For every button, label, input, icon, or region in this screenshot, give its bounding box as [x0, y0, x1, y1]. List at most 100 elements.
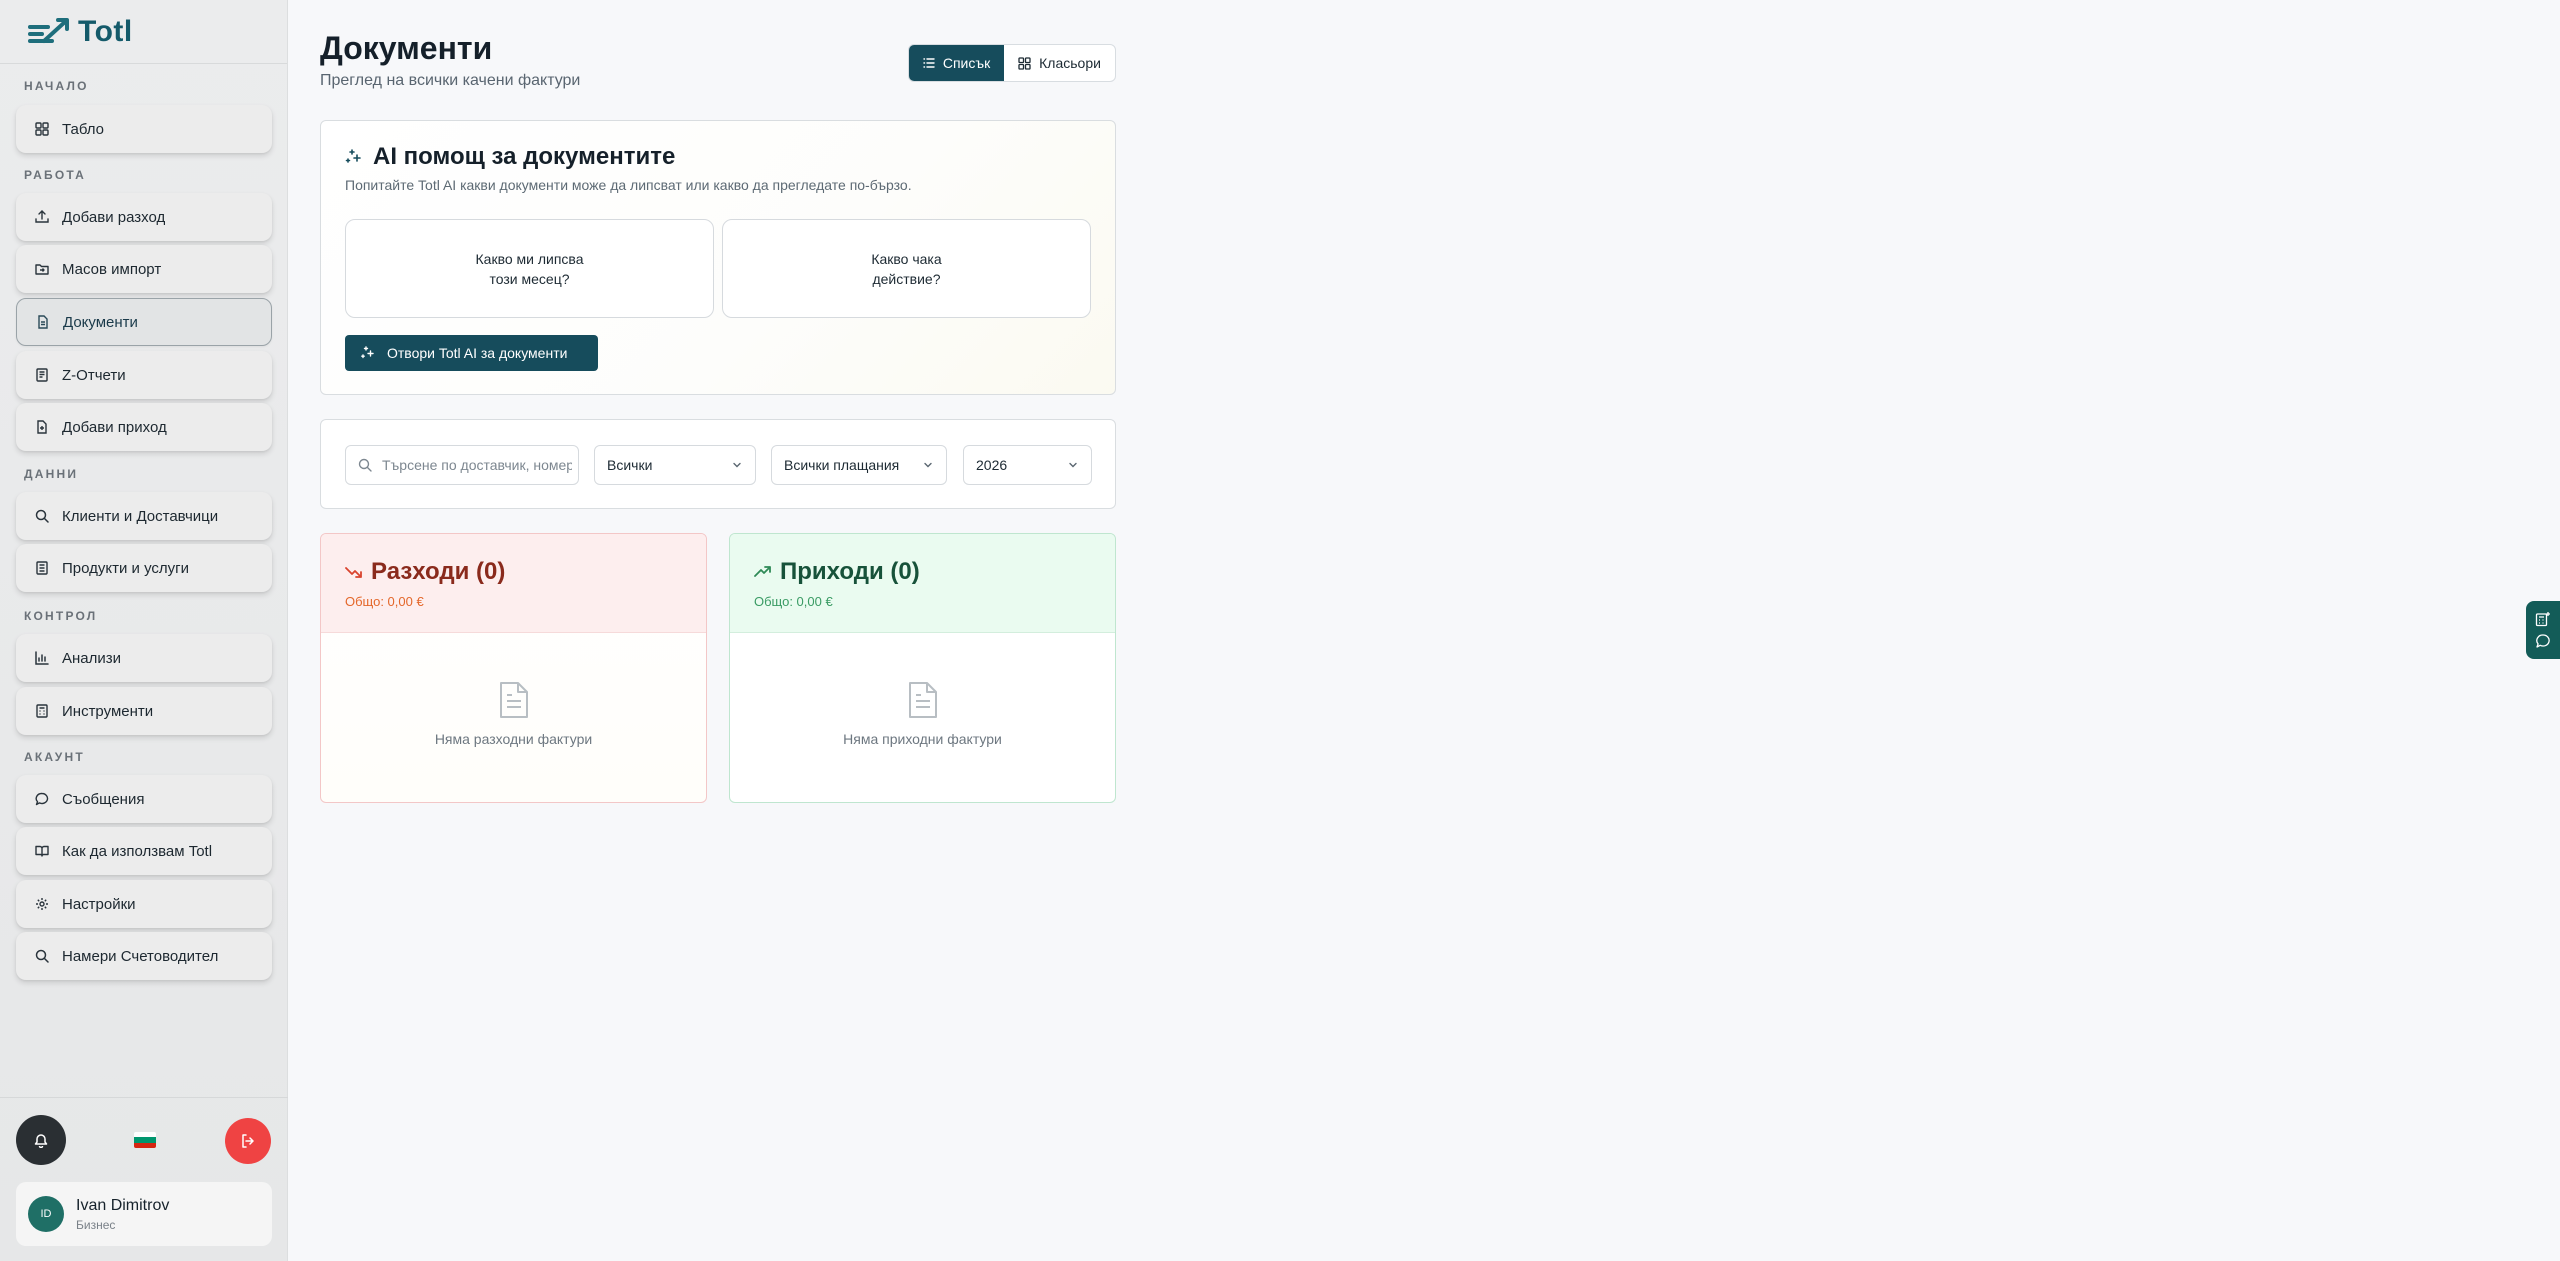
section-label-start: НАЧАЛО [24, 79, 89, 93]
view-list-button[interactable]: Списък [909, 45, 1005, 81]
ai-question-missing-line1: Какво ми липсва [475, 250, 584, 267]
document-icon [499, 682, 528, 718]
logout-button[interactable] [225, 1118, 271, 1164]
search-input[interactable] [382, 457, 572, 473]
sidebar-item-label: Документи [63, 313, 138, 331]
sidebar-item-bulk-import[interactable]: Масов импорт [16, 245, 272, 293]
year-filter-select[interactable]: 2026 [963, 445, 1092, 485]
incomes-title: Приходи (0) [754, 558, 1091, 586]
document-icon [35, 314, 51, 330]
sidebar: Totl НАЧАЛО Табло РАБОТА Добави разход М… [0, 0, 288, 1261]
sidebar-item-add-expense[interactable]: Добави разход [16, 193, 272, 241]
incomes-total: Общо: 0,00 € [754, 594, 833, 609]
ai-question-pending[interactable]: Какво чака действие? [722, 219, 1091, 318]
ai-help-card: AI помощ за документите Попитайте Totl A… [320, 120, 1116, 395]
sidebar-item-label: Продукти и услуги [62, 559, 190, 577]
folder-import-icon [34, 261, 50, 277]
sidebar-item-label: Съобщения [62, 790, 145, 808]
expenses-empty-text: Няма разходни фактури [434, 731, 593, 747]
incomes-panel: Приходи (0) Общо: 0,00 € Няма приходни ф… [729, 533, 1116, 803]
side-help-widget[interactable] [2526, 601, 2560, 659]
sidebar-item-label: Добави разход [62, 208, 166, 226]
ai-help-title: AI помощ за документите [345, 143, 675, 171]
open-ai-button[interactable]: Отвори Totl AI за документи [345, 335, 598, 371]
sidebar-item-label: Анализи [62, 649, 122, 667]
sidebar-footer: ID Ivan Dimitrov Бизнес [0, 1097, 288, 1261]
document-icon [908, 682, 937, 718]
sidebar-item-analytics[interactable]: Анализи [16, 634, 272, 682]
view-folders-button[interactable]: Класьори [1004, 45, 1115, 81]
sidebar-item-settings[interactable]: Настройки [16, 880, 272, 928]
sidebar-item-label: Как да използвам Totl [62, 842, 213, 860]
expenses-title-text: Разходи (0) [371, 558, 506, 585]
logout-icon [242, 1134, 254, 1148]
list-view-icon [923, 58, 935, 68]
ai-question-missing-line2: този месец? [489, 270, 570, 287]
sidebar-item-label: Табло [62, 120, 105, 138]
sidebar-item-messages[interactable]: Съобщения [16, 775, 272, 823]
ai-help-title-text: AI помощ за документите [373, 143, 676, 170]
gear-icon [34, 896, 50, 912]
sidebar-item-add-income[interactable]: Добави приход [16, 403, 272, 451]
dashboard-icon [34, 121, 50, 137]
sidebar-item-products-services[interactable]: Продукти и услуги [16, 544, 272, 592]
sidebar-item-label: Настройки [62, 895, 136, 913]
sidebar-item-z-reports[interactable]: Z-Отчети [16, 351, 272, 399]
chevron-down-icon [1069, 462, 1077, 468]
sidebar-item-tools[interactable]: Инструменти [16, 687, 272, 735]
expenses-header: Разходи (0) Общо: 0,00 € [321, 534, 706, 633]
user-profile-card[interactable]: ID Ivan Dimitrov Бизнес [16, 1182, 272, 1246]
section-label-control: КОНТРОЛ [24, 609, 98, 623]
file-plus-icon [34, 419, 50, 435]
page-subtitle: Преглед на всички качени фактури [320, 72, 581, 89]
ai-help-subtitle: Попитайте Totl AI какви документи може д… [345, 177, 912, 193]
brand-name: Totl [78, 14, 133, 48]
ai-question-missing[interactable]: Какво ми липсва този месец? [345, 219, 714, 318]
sidebar-item-find-accountant[interactable]: Намери Счетоводител [16, 932, 272, 980]
language-flag-bg[interactable] [134, 1132, 156, 1148]
notifications-button[interactable] [16, 1115, 66, 1165]
section-label-account: АКАУНТ [24, 750, 85, 764]
search-icon [358, 458, 372, 472]
chevron-down-icon [924, 462, 932, 468]
sidebar-item-how-to-use[interactable]: Как да използвам Totl [16, 827, 272, 875]
search-box [345, 445, 579, 485]
sidebar-item-dashboard[interactable]: Табло [16, 105, 272, 153]
avatar: ID [28, 1196, 64, 1232]
search-icon [34, 508, 50, 524]
user-name: Ivan Dimitrov [76, 1196, 170, 1214]
type-filter-value: Всички [607, 457, 653, 473]
incomes-header: Приходи (0) Общо: 0,00 € [730, 534, 1115, 633]
receipt-icon [34, 367, 50, 383]
bar-chart-icon [34, 650, 50, 666]
calculator-plus-icon [2535, 612, 2550, 627]
expenses-empty-state: Няма разходни фактури [321, 633, 706, 802]
payment-filter-value: Всички плащания [784, 457, 900, 473]
ai-question-pending-line1: Какво чака [871, 250, 942, 267]
sparkles-icon [345, 149, 361, 163]
bell-icon [34, 1134, 48, 1148]
section-label-work: РАБОТА [24, 168, 87, 182]
list-icon [34, 560, 50, 576]
sidebar-item-clients-suppliers[interactable]: Клиенти и Доставчици [16, 492, 272, 540]
brand-logo[interactable]: Totl [0, 0, 287, 64]
grid-view-icon [1018, 56, 1031, 70]
logo-icon [28, 17, 69, 43]
sidebar-item-documents[interactable]: Документи [16, 298, 272, 346]
user-plan: Бизнес [76, 1217, 116, 1232]
ai-question-pending-line2: действие? [872, 270, 941, 287]
trending-up-icon [754, 566, 771, 577]
section-label-data: ДАННИ [24, 467, 79, 481]
expenses-title: Разходи (0) [345, 558, 682, 586]
type-filter-select[interactable]: Всички [594, 445, 756, 485]
incomes-empty-state: Няма приходни фактури [730, 633, 1115, 802]
search-icon [34, 948, 50, 964]
sidebar-item-label: Масов импорт [62, 260, 162, 278]
calculator-icon [34, 703, 50, 719]
trending-down-icon [345, 567, 362, 578]
sparkles-icon [361, 346, 374, 359]
chat-icon [2536, 634, 2550, 648]
sidebar-item-label: Добави приход [62, 418, 167, 436]
incomes-title-text: Приходи (0) [780, 558, 920, 585]
payment-filter-select[interactable]: Всички плащания [771, 445, 947, 485]
